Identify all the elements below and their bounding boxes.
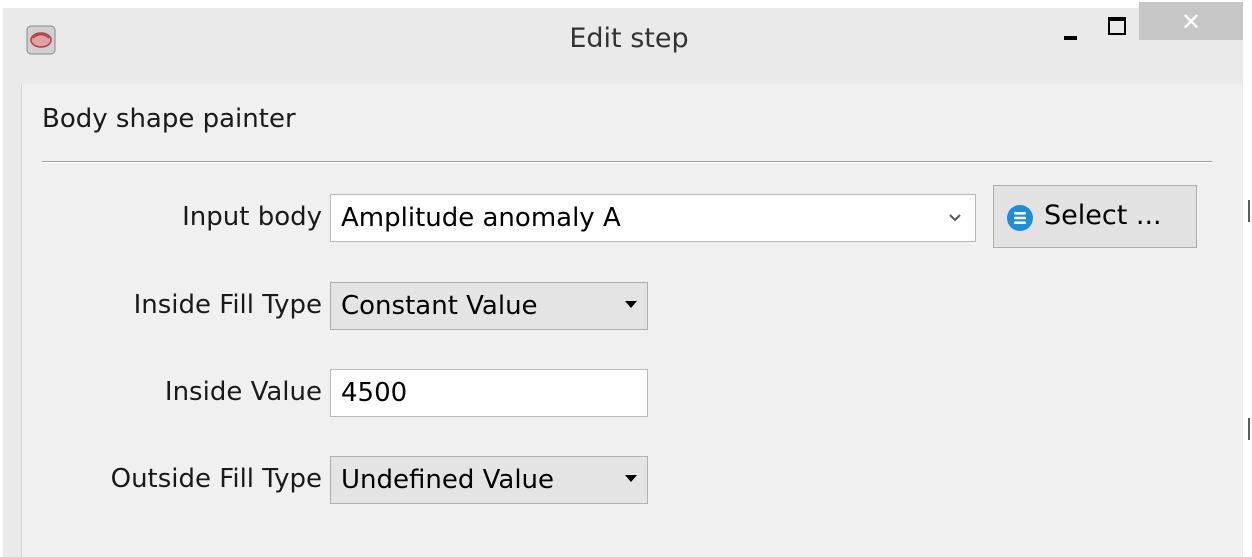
background-edge-mark: [1248, 418, 1250, 440]
input-body-label: Input body: [182, 202, 322, 232]
edit-step-window: Edit step ✕ Body shape painter Input bod…: [3, 2, 1243, 557]
inside-fill-type-dropdown[interactable]: Constant Value: [330, 282, 648, 330]
section-title: Body shape painter: [42, 104, 296, 134]
dropdown-arrow-icon: [625, 475, 637, 482]
step-panel: Body shape painter Input body Amplitude …: [21, 84, 1242, 557]
inside-value-label: Inside Value: [164, 377, 322, 407]
select-body-button[interactable]: Select ...: [993, 185, 1197, 248]
inside-value-text: 4500: [341, 378, 408, 408]
input-body-combobox[interactable]: Amplitude anomaly A: [330, 194, 976, 242]
minimize-icon: [1064, 36, 1077, 40]
close-button[interactable]: ✕: [1139, 2, 1243, 40]
outside-fill-type-label: Outside Fill Type: [110, 464, 322, 494]
inside-value-input[interactable]: 4500: [330, 369, 648, 417]
background-edge-mark: [1248, 200, 1250, 222]
close-icon: ✕: [1180, 8, 1202, 36]
outside-fill-type-dropdown[interactable]: Undefined Value: [330, 456, 648, 504]
section-separator: [42, 161, 1212, 163]
maximize-icon: [1108, 17, 1126, 35]
dropdown-arrow-icon: [625, 301, 637, 308]
maximize-button[interactable]: [1092, 8, 1138, 52]
select-button-label: Select ...: [1044, 200, 1162, 231]
inside-fill-type-value: Constant Value: [341, 291, 538, 321]
title-bar[interactable]: Edit step ✕: [3, 2, 1243, 84]
minimize-button[interactable]: [1046, 8, 1092, 52]
input-body-value: Amplitude anomaly A: [341, 203, 621, 233]
chevron-down-icon[interactable]: [945, 207, 965, 227]
list-circle-icon: [1007, 205, 1033, 231]
inside-fill-type-label: Inside Fill Type: [133, 290, 322, 320]
outside-fill-type-value: Undefined Value: [341, 465, 555, 495]
